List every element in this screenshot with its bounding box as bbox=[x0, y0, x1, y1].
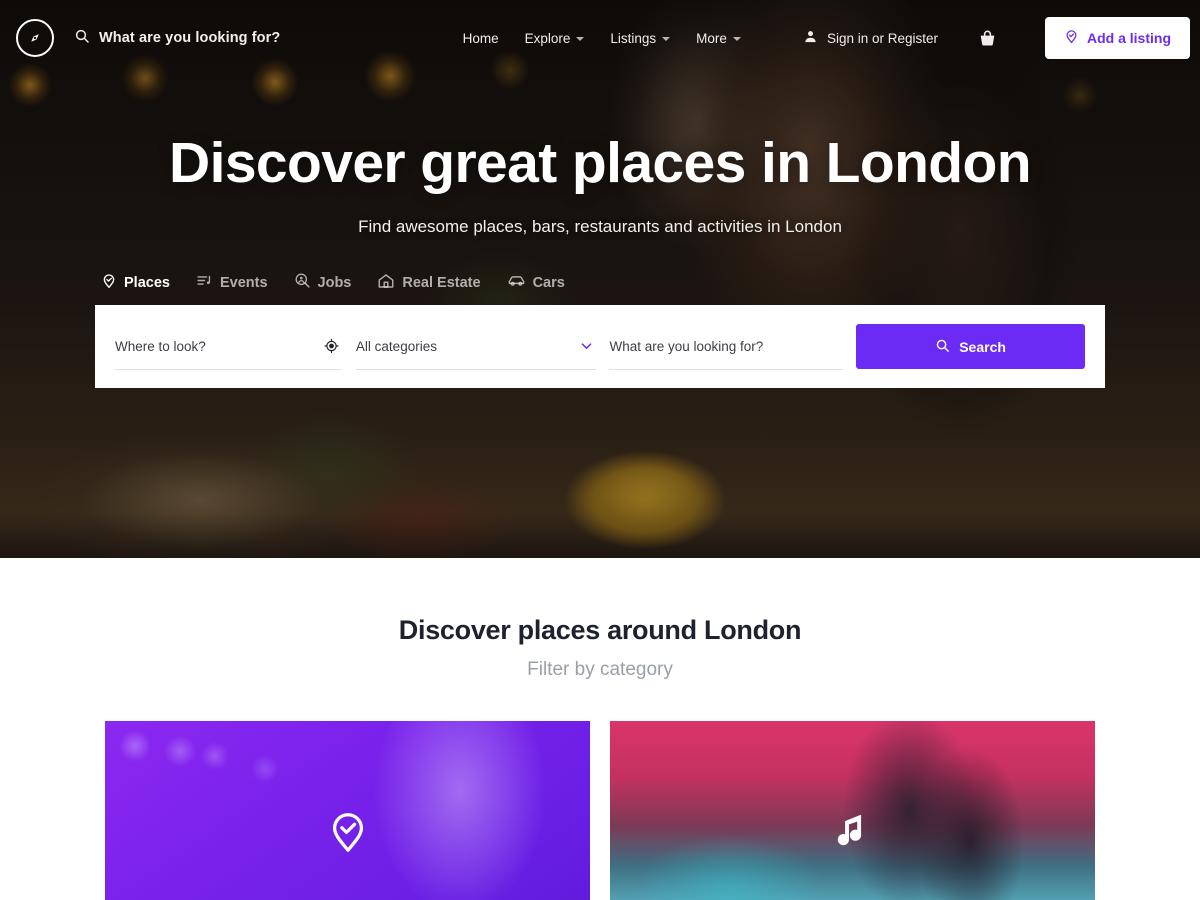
search-person-icon bbox=[294, 272, 311, 293]
user-icon bbox=[803, 29, 818, 47]
hero-search-box: Where to look? All categories What are y… bbox=[95, 305, 1105, 388]
nav-label: More bbox=[696, 30, 727, 46]
map-pin-check-icon bbox=[101, 273, 117, 293]
tab-label: Events bbox=[219, 274, 268, 291]
nav-label: Home bbox=[462, 30, 499, 46]
tab-events[interactable]: Events bbox=[196, 272, 268, 293]
discover-section: Discover places around London Filter by … bbox=[0, 558, 1200, 900]
map-pin-check-icon bbox=[1064, 29, 1079, 47]
nav-label: Listings bbox=[610, 30, 657, 46]
location-placeholder: Where to look? bbox=[115, 338, 206, 354]
page-title: Discover great places in London bbox=[169, 131, 1032, 195]
compass-logo-icon[interactable] bbox=[16, 19, 54, 57]
main-nav: Home Explore Listings More Sign in or Re… bbox=[463, 17, 1200, 59]
tab-places[interactable]: Places bbox=[101, 273, 170, 293]
geolocate-target-icon[interactable] bbox=[324, 338, 339, 354]
section-title: Discover places around London bbox=[398, 615, 802, 645]
account-label: Sign in or Register bbox=[826, 30, 938, 46]
house-icon bbox=[377, 272, 395, 294]
sign-in-register-link[interactable]: Sign in or Register bbox=[803, 29, 938, 47]
chevron-down-icon bbox=[576, 37, 585, 41]
category-value: All categories bbox=[355, 338, 437, 354]
site-header: What are you looking for? Home Explore L… bbox=[0, 0, 1200, 76]
search-button[interactable]: Search bbox=[856, 324, 1085, 369]
add-listing-label: Add a listing bbox=[1087, 30, 1171, 46]
category-select[interactable]: All categories bbox=[355, 324, 597, 370]
nav-label: Explore bbox=[524, 30, 571, 46]
tab-label: Real Estate bbox=[402, 274, 481, 291]
car-icon bbox=[507, 271, 526, 294]
tab-jobs[interactable]: Jobs bbox=[294, 272, 352, 293]
nav-item-listings[interactable]: Listings bbox=[610, 30, 671, 46]
tab-cars[interactable]: Cars bbox=[507, 271, 565, 294]
basket-icon[interactable] bbox=[978, 29, 997, 48]
map-pin-check-icon bbox=[105, 809, 590, 855]
playlist-music-icon bbox=[196, 272, 213, 293]
music-note-icon bbox=[610, 809, 1095, 853]
chevron-down-icon bbox=[662, 37, 671, 41]
location-field[interactable]: Where to look? bbox=[115, 324, 341, 370]
tab-label: Places bbox=[124, 274, 170, 291]
search-button-label: Search bbox=[959, 338, 1006, 355]
section-subtitle: Filter by category bbox=[527, 659, 673, 680]
nav-item-more[interactable]: More bbox=[696, 31, 741, 46]
search-icon bbox=[935, 338, 950, 356]
keyword-placeholder: What are you looking for? bbox=[609, 338, 764, 354]
tab-label: Cars bbox=[532, 274, 565, 291]
search-icon bbox=[74, 28, 90, 49]
add-listing-button[interactable]: Add a listing bbox=[1045, 17, 1190, 59]
category-card-explore-places[interactable]: Explore places bbox=[105, 721, 590, 900]
category-card-nightlife[interactable]: Nightlife bbox=[610, 721, 1095, 900]
header-search[interactable]: What are you looking for? bbox=[74, 28, 280, 49]
hero-banner: What are you looking for? Home Explore L… bbox=[0, 0, 1200, 558]
category-card-grid: Explore places Nightlife bbox=[105, 721, 1095, 900]
chevron-down-icon bbox=[579, 339, 594, 354]
tab-real-estate[interactable]: Real Estate bbox=[377, 272, 481, 294]
nav-item-explore[interactable]: Explore bbox=[525, 31, 585, 46]
nav-item-home[interactable]: Home bbox=[463, 31, 499, 46]
keyword-field[interactable]: What are you looking for? bbox=[609, 324, 844, 370]
chevron-down-icon bbox=[732, 37, 741, 41]
tab-label: Jobs bbox=[317, 274, 352, 291]
hero-category-tabs: Places Events Jobs Real Estate Cars bbox=[95, 271, 1105, 294]
header-search-placeholder: What are you looking for? bbox=[99, 30, 281, 46]
hero-subtitle: Find awesome places, bars, restaurants a… bbox=[358, 217, 842, 236]
